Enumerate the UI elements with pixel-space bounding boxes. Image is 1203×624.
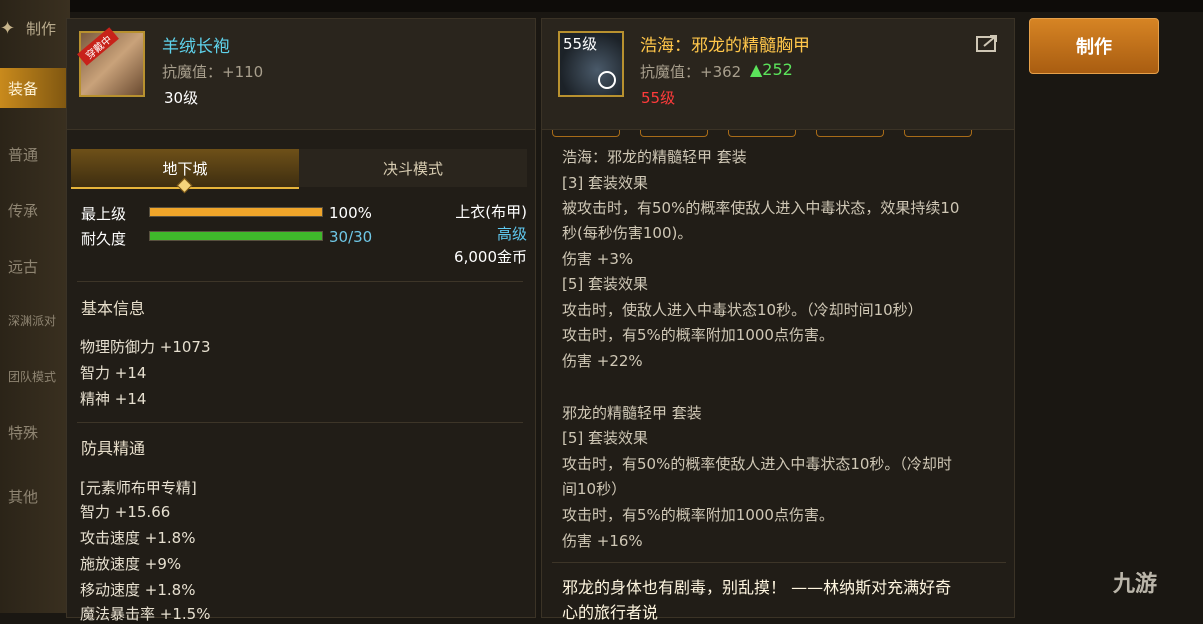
sidebar-item-label: 远古: [8, 257, 39, 276]
divider: [77, 422, 523, 423]
sidebar-item-equipment[interactable]: 装备: [0, 68, 72, 108]
set-line: 间10秒）: [562, 480, 627, 498]
tab-stub: [552, 130, 620, 137]
mastery-line: [元素师布甲专精]: [80, 479, 197, 497]
sidebar-item-label: 特殊: [8, 423, 39, 442]
set-line: 伤害 +3%: [562, 250, 634, 268]
stat-line: 精神 +14: [80, 390, 147, 408]
resist-delta: ▲252: [750, 60, 793, 79]
item-slot: 上衣(布甲): [455, 203, 527, 221]
sidebar-item-ancient[interactable]: 远古: [0, 246, 72, 286]
sidebar-item-label: 其他: [8, 487, 39, 506]
share-icon[interactable]: [976, 33, 1000, 53]
sidebar-item-other[interactable]: 其他: [0, 476, 72, 516]
chest-armor-item-icon[interactable]: 55级: [558, 31, 624, 97]
tab-stub: [640, 130, 708, 137]
set-line: 伤害 +22%: [562, 352, 643, 370]
sidebar-item-normal[interactable]: 普通: [0, 134, 72, 174]
equipped-badge: 穿戴中: [77, 27, 119, 66]
stat-line: 智力 +14: [80, 364, 147, 382]
top-bar: [0, 0, 1203, 12]
mastery-line: 魔法暴击率 +1.5%: [80, 605, 211, 623]
durability-label: 耐久度: [81, 230, 127, 248]
tooltip-header: 穿戴中 羊绒长袍 抗魔值：+110 30级: [67, 19, 535, 130]
tab-stub: [816, 130, 884, 137]
crafting-icon: ✦: [0, 18, 16, 39]
set-line: [5] 套装效果: [562, 275, 649, 293]
set-line: [3] 套装效果: [562, 174, 649, 192]
tab-stubs: [552, 130, 972, 137]
item-level: 55级: [641, 89, 676, 107]
set-line: 攻击时，有5%的概率附加1000点伤害。: [562, 506, 834, 524]
item-name: 浩海：邪龙的精髓胸甲: [640, 36, 810, 56]
set-line: [5] 套装效果: [562, 429, 649, 447]
set-line: 秒(每秒伤害100)。: [562, 224, 693, 242]
current-item-tooltip: 穿戴中 羊绒长袍 抗魔值：+110 30级 地下城 决斗模式 最上级 100% …: [66, 18, 536, 623]
item-resist: 抗魔值：+110: [162, 63, 264, 81]
mastery-line: 攻击速度 +1.8%: [80, 529, 196, 547]
tab-pvp[interactable]: 决斗模式: [299, 149, 527, 187]
set-line: 攻击时，有50%的概率使敌人进入中毒状态10秒。（冷却时: [562, 455, 952, 473]
sidebar-item-abyss[interactable]: 深渊派对: [0, 300, 72, 340]
flavor-text: 邪龙的身体也有剧毒，别乱摸！ ——林纳斯对充满好奇: [562, 578, 952, 597]
set-line: 攻击时，使敌人进入中毒状态10秒。（冷却时间10秒）: [562, 301, 923, 319]
tab-stub: [904, 130, 972, 137]
durability-bar-fill: [150, 232, 322, 240]
grade-bar: [149, 207, 323, 217]
set-line: 浩海：邪龙的精髓轻甲 套装: [562, 148, 747, 166]
basic-info-title: 基本信息: [81, 299, 146, 318]
mode-tabs: 地下城 决斗模式: [71, 149, 527, 194]
item-resist: 抗魔值：+362: [640, 63, 742, 81]
set-line: 邪龙的精髓轻甲 套装: [562, 404, 702, 422]
durability-value: 30/30: [329, 228, 373, 246]
tab-stub: [728, 130, 796, 137]
set-line: 攻击时，有5%的概率附加1000点伤害。: [562, 326, 834, 344]
mastery-title: 防具精通: [81, 439, 146, 458]
item-name: 羊绒长袍: [162, 37, 230, 57]
mastery-line: 智力 +15.66: [80, 503, 171, 521]
grade-value: 100%: [329, 204, 372, 222]
sidebar-item-label: 传承: [8, 201, 39, 220]
flavor-text-2: 心的旅行者说: [562, 603, 659, 622]
sidebar-item-raid[interactable]: 团队模式: [0, 356, 72, 396]
sidebar-item-special[interactable]: 特殊: [0, 412, 72, 452]
unusable-icon: [598, 71, 616, 89]
sidebar-item-label: 普通: [8, 145, 39, 164]
tab-craft[interactable]: 制作: [26, 18, 56, 39]
sidebar-item-label: 装备: [8, 79, 39, 98]
tooltip-header: 55级 浩海：邪龙的精髓胸甲 抗魔值：+362 ▲252 55级: [542, 19, 1014, 130]
make-button[interactable]: 制作: [1029, 18, 1159, 74]
durability-bar: [149, 231, 323, 241]
item-price: 6,000金币: [454, 248, 527, 266]
mastery-line: 移动速度 +1.8%: [80, 581, 196, 599]
robe-item-icon[interactable]: 穿戴中: [77, 27, 145, 97]
set-line: 被攻击时，有50%的概率使敌人进入中毒状态，效果持续10: [562, 199, 960, 217]
divider: [77, 281, 523, 282]
mastery-line: 施放速度 +9%: [80, 555, 182, 573]
compare-item-tooltip: 55级 浩海：邪龙的精髓胸甲 抗魔值：+362 ▲252 55级 浩海：邪龙的精…: [541, 18, 1015, 622]
grade-label: 最上级: [81, 205, 127, 223]
sidebar-item-legacy[interactable]: 传承: [0, 190, 72, 230]
sidebar-item-label: 深渊派对: [8, 313, 57, 328]
item-level: 30级: [164, 89, 199, 107]
set-line: 伤害 +16%: [562, 532, 643, 550]
divider: [552, 562, 1006, 563]
grade-bar-fill: [150, 208, 322, 216]
item-grade: 高级: [496, 225, 527, 243]
sidebar-item-label: 团队模式: [8, 369, 57, 384]
watermark-logo: 九游: [1113, 572, 1158, 597]
item-level-badge: 55级: [563, 35, 598, 53]
stat-line: 物理防御力 +1073: [80, 338, 211, 356]
